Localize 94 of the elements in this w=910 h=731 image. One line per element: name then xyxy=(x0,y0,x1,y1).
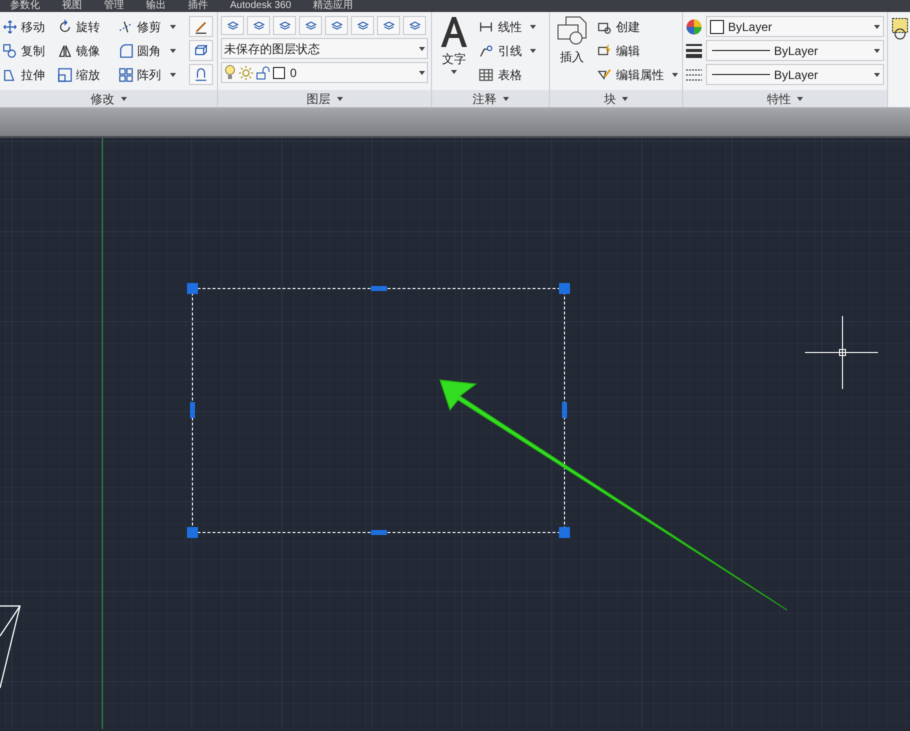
caret-icon xyxy=(874,24,880,28)
caret-icon xyxy=(797,96,803,100)
crosshair-cursor-icon xyxy=(804,316,878,390)
caret-icon xyxy=(874,72,880,76)
lineweight-icon xyxy=(686,44,702,58)
layer-dropdown[interactable]: 0 xyxy=(221,62,428,83)
arrow-icon xyxy=(439,379,788,610)
layers-icon xyxy=(330,18,344,32)
caret-icon xyxy=(530,24,536,28)
caret-icon xyxy=(502,96,508,100)
tool-icon xyxy=(2,42,18,58)
caret-icon xyxy=(170,48,176,52)
tool-button[interactable]: 旋转 xyxy=(57,16,114,37)
tool-icon xyxy=(193,66,209,82)
ribbon-tab[interactable]: 插件 xyxy=(188,0,208,12)
layers-icon xyxy=(382,18,396,32)
tool-icon xyxy=(118,42,134,58)
tool-button[interactable]: 编辑 xyxy=(596,40,678,61)
tool-icon xyxy=(478,42,494,58)
caret-icon xyxy=(120,96,126,100)
tool-button[interactable]: 缩放 xyxy=(57,64,114,85)
tool-button[interactable]: 创建 xyxy=(596,16,678,37)
lineweight-dropdown[interactable]: ByLayer xyxy=(706,40,884,61)
tool-icon xyxy=(2,18,18,34)
large-tool-button[interactable]: 插入 xyxy=(552,16,592,90)
layer-tool-button[interactable] xyxy=(403,16,426,35)
color-swatch xyxy=(273,66,285,78)
tool-icon xyxy=(57,66,74,82)
tool-button[interactable]: 拉伸 xyxy=(2,64,54,85)
layer-tool-button[interactable] xyxy=(247,16,270,35)
tool-button[interactable] xyxy=(189,64,213,85)
panel-title[interactable]: 特性 xyxy=(683,90,887,107)
caret-icon xyxy=(874,48,880,52)
ribbon-tab[interactable]: Autodesk 360 xyxy=(230,0,292,12)
panel-title[interactable]: 注释 xyxy=(432,90,549,107)
tool-button[interactable]: 线性 xyxy=(478,16,536,37)
linetype-dropdown[interactable]: ByLayer xyxy=(706,64,884,85)
tool-button[interactable]: 移动 xyxy=(2,16,54,37)
tool-button[interactable] xyxy=(189,40,213,61)
layers-icon xyxy=(252,18,266,32)
caret-icon xyxy=(672,72,678,76)
ribbon-tab[interactable]: 视图 xyxy=(62,0,82,12)
panel-title[interactable]: 修改 xyxy=(0,90,217,107)
unlocked-padlock-icon xyxy=(256,66,270,80)
color-swatch xyxy=(710,20,724,34)
ribbon-tab[interactable]: 输出 xyxy=(146,0,166,12)
tool-button[interactable]: 表格 xyxy=(478,64,536,85)
caret-icon xyxy=(419,70,425,74)
insert-block-icon xyxy=(556,16,588,46)
tool-button[interactable]: 修剪 xyxy=(118,16,185,37)
layer-tool-button[interactable] xyxy=(351,16,374,35)
layer-tool-button[interactable] xyxy=(221,16,244,35)
group-icon[interactable] xyxy=(892,18,908,40)
layer-tool-button[interactable] xyxy=(299,16,322,35)
large-tool-button[interactable]: 文字 xyxy=(434,16,474,90)
ribbon-tab[interactable]: 管理 xyxy=(104,0,124,12)
tool-button[interactable]: 圆角 xyxy=(118,40,185,61)
tool-icon xyxy=(57,42,74,58)
tool-button[interactable]: 阵列 xyxy=(118,64,185,85)
line-sample xyxy=(712,50,770,51)
layer-state-dropdown[interactable]: 未保存的图层状态 xyxy=(221,38,428,59)
tool-button[interactable] xyxy=(189,16,213,37)
tool-button[interactable]: 复制 xyxy=(2,40,54,61)
linetype-icon xyxy=(686,68,702,82)
ribbon-tab[interactable]: 参数化 xyxy=(10,0,40,12)
tool-button[interactable]: 引线 xyxy=(478,40,536,61)
layers-icon xyxy=(226,18,240,32)
sun-icon xyxy=(239,66,253,80)
tool-button[interactable]: 编辑属性 xyxy=(596,64,678,85)
layer-tool-button[interactable] xyxy=(377,16,400,35)
caret-icon xyxy=(170,24,176,28)
tool-icon xyxy=(596,66,612,82)
caret-icon xyxy=(336,96,342,100)
layer-tool-button[interactable] xyxy=(325,16,348,35)
color-dropdown[interactable]: ByLayer xyxy=(706,16,884,37)
caret-icon xyxy=(419,46,425,50)
caret-icon xyxy=(451,70,457,74)
line-sample xyxy=(712,74,770,75)
caret-icon xyxy=(530,48,536,52)
panel-title[interactable]: 块 xyxy=(550,90,682,107)
letter-a-icon xyxy=(439,16,469,48)
lightbulb-icon xyxy=(224,65,236,80)
layers-icon xyxy=(278,18,292,32)
caret-icon xyxy=(622,96,628,100)
tool-icon xyxy=(118,66,134,82)
layers-icon xyxy=(304,18,318,32)
layers-icon xyxy=(408,18,422,32)
layer-tool-button[interactable] xyxy=(273,16,296,35)
layers-icon xyxy=(356,18,370,32)
tool-button[interactable]: 镜像 xyxy=(57,40,114,61)
panel-title[interactable]: 图层 xyxy=(218,90,431,107)
tool-icon xyxy=(478,66,494,82)
caret-icon xyxy=(170,72,176,76)
color-wheel-icon xyxy=(686,18,702,34)
